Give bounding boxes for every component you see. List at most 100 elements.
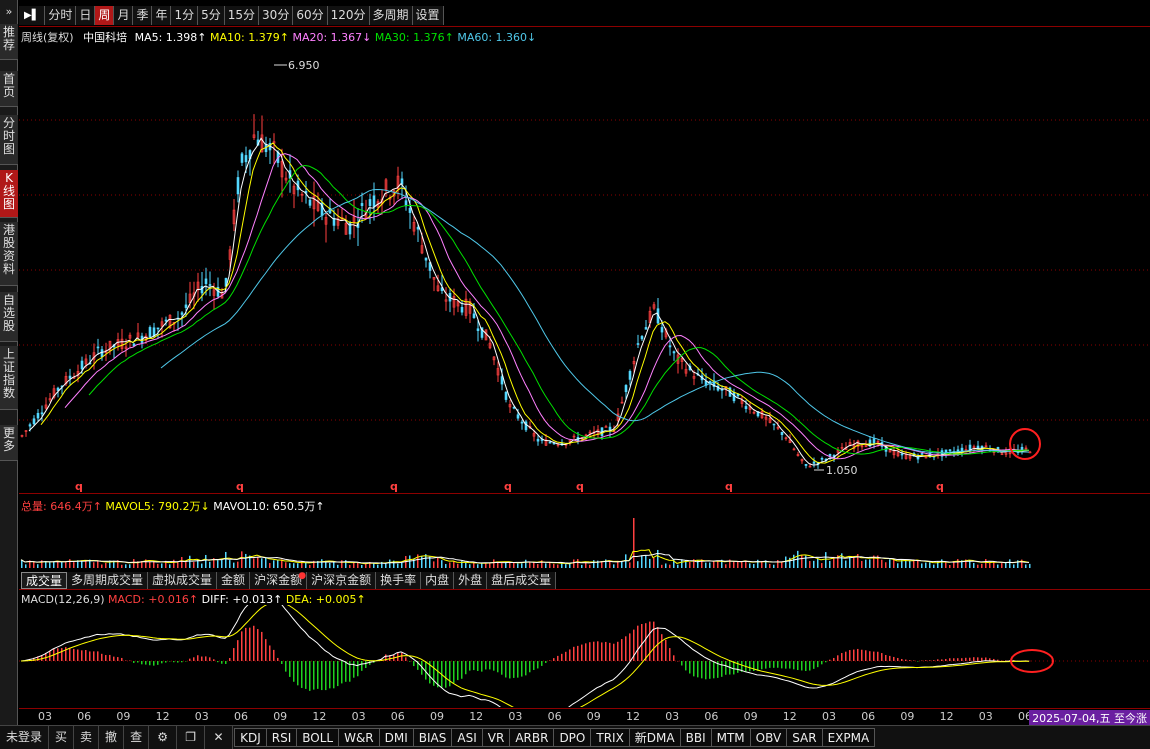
- volume-bar: [973, 562, 975, 568]
- axis-tick-label: 12: [939, 710, 954, 723]
- macd-bar: [113, 656, 115, 661]
- tab-virtual-volume[interactable]: 虚拟成交量: [148, 572, 218, 589]
- volume-bar: [633, 518, 635, 568]
- volume-bar: [193, 562, 195, 568]
- gear-icon[interactable]: ⚙: [149, 726, 178, 749]
- period-tabs: ▶▌ 分时 日 周 月 季 年 1分 5分 15分 30分 60分 120分 多…: [19, 6, 444, 25]
- window-icon[interactable]: ❐: [177, 726, 206, 749]
- tab-5min[interactable]: 5分: [198, 6, 225, 25]
- macd-bar: [701, 661, 703, 679]
- indicator-boll[interactable]: BOLL: [296, 728, 340, 747]
- indicator-wr[interactable]: W&R: [338, 728, 380, 747]
- candle-body: [424, 257, 428, 261]
- volume-bar: [377, 564, 379, 568]
- volume-bar: [289, 563, 291, 568]
- volume-bar: [189, 555, 191, 568]
- tab-day[interactable]: 日: [76, 6, 96, 25]
- indicator-sar[interactable]: SAR: [786, 728, 823, 747]
- tab-multi-volume[interactable]: 多周期成交量: [67, 572, 149, 589]
- indicator-mtm[interactable]: MTM: [710, 728, 751, 747]
- kline-chart[interactable]: 6.950 1.050 q q q q q q q: [19, 27, 1150, 492]
- candle-body: [640, 336, 644, 340]
- login-status[interactable]: 未登录: [0, 726, 50, 749]
- axis-tick-label: 06: [234, 710, 248, 723]
- buy-button[interactable]: 买: [49, 726, 75, 749]
- tab-multi-period[interactable]: 多周期: [369, 6, 413, 25]
- nav-recommend[interactable]: 推荐: [0, 24, 18, 60]
- close-icon[interactable]: ✕: [205, 726, 234, 749]
- macd-bar: [537, 661, 539, 669]
- indicator-trix[interactable]: TRIX: [590, 728, 630, 747]
- indicator-bbi[interactable]: BBI: [679, 728, 712, 747]
- indicator-dpo[interactable]: DPO: [553, 728, 592, 747]
- sell-button[interactable]: 卖: [74, 726, 100, 749]
- macd-bar: [685, 661, 687, 671]
- axis-tick-label: 09: [430, 710, 444, 723]
- cancel-order-button[interactable]: 撤: [99, 726, 125, 749]
- volume-bar: [881, 559, 883, 568]
- tab-60min[interactable]: 60分: [293, 6, 328, 25]
- tab-week[interactable]: 周: [95, 6, 115, 25]
- tab-timeshare[interactable]: 分时: [45, 6, 77, 25]
- tab-after-hours[interactable]: 盘后成交量: [487, 572, 557, 589]
- tab-1min[interactable]: 1分: [171, 6, 199, 25]
- macd-bar: [909, 660, 911, 661]
- indicator-new-dma[interactable]: 新DMA: [628, 728, 681, 747]
- volume-chart[interactable]: [19, 510, 1150, 570]
- tab-volume[interactable]: 成交量: [21, 572, 68, 589]
- nav-sh-index[interactable]: 上证指数: [0, 346, 18, 410]
- tab-hsj-amount[interactable]: 沪深京金额: [307, 572, 377, 589]
- nav-watchlist[interactable]: 自选股: [0, 292, 18, 342]
- tab-inner[interactable]: 内盘: [421, 572, 455, 589]
- indicator-vr[interactable]: VR: [481, 728, 511, 747]
- nav-kline[interactable]: K线图: [0, 170, 18, 218]
- tab-hs-amount[interactable]: 沪深金额 ●: [250, 571, 308, 589]
- macd-bar: [589, 642, 591, 661]
- indicator-arbr[interactable]: ARBR: [509, 728, 555, 747]
- tab-turnover[interactable]: 换手率: [376, 572, 422, 589]
- tab-120min[interactable]: 120分: [327, 6, 370, 25]
- tab-outer[interactable]: 外盘: [454, 572, 488, 589]
- query-button[interactable]: 查: [124, 726, 150, 749]
- tab-month[interactable]: 月: [114, 6, 134, 25]
- candle-body: [604, 426, 608, 428]
- macd-bar: [649, 621, 651, 661]
- volume-bar: [773, 564, 775, 568]
- macd-bar: [413, 661, 415, 667]
- expand-arrow-icon[interactable]: »: [0, 2, 18, 22]
- nav-home[interactable]: 首页: [0, 71, 18, 107]
- volume-bar: [437, 557, 439, 568]
- macd-bar: [137, 661, 139, 663]
- volume-bar: [361, 564, 363, 568]
- indicator-dmi[interactable]: DMI: [378, 728, 414, 747]
- macd-bar: [237, 640, 239, 661]
- volume-bar: [481, 563, 483, 568]
- tab-settings[interactable]: 设置: [412, 6, 444, 25]
- candle-body: [32, 418, 36, 425]
- macd-bar: [1001, 660, 1003, 662]
- macd-chart[interactable]: [19, 605, 1150, 707]
- macd-bar: [217, 661, 219, 663]
- nav-hk-info[interactable]: 港股资料: [0, 222, 18, 286]
- indicator-rsi[interactable]: RSI: [265, 728, 298, 747]
- candle-body: [180, 312, 184, 315]
- tab-amount[interactable]: 金额: [217, 572, 251, 589]
- tab-year[interactable]: 年: [152, 6, 172, 25]
- ma30-value: MA30: 1.376↑: [374, 31, 454, 44]
- macd-bar: [465, 661, 467, 675]
- tab-15min[interactable]: 15分: [224, 6, 260, 25]
- macd-bar: [249, 627, 251, 661]
- indicator-expma[interactable]: EXPMA: [821, 728, 876, 747]
- indicator-kdj[interactable]: KDJ: [234, 728, 267, 747]
- macd-bar: [597, 641, 599, 661]
- play-icon[interactable]: ▶▌: [19, 6, 46, 25]
- macd-bar: [933, 660, 935, 661]
- tab-30min[interactable]: 30分: [259, 6, 294, 25]
- volume-bar: [401, 562, 403, 568]
- indicator-asi[interactable]: ASI: [451, 728, 483, 747]
- indicator-obv[interactable]: OBV: [749, 728, 788, 747]
- nav-timeshare[interactable]: 分时图: [0, 115, 18, 165]
- nav-more[interactable]: 更多: [0, 425, 18, 461]
- indicator-bias[interactable]: BIAS: [412, 728, 453, 747]
- tab-quarter[interactable]: 季: [133, 6, 153, 25]
